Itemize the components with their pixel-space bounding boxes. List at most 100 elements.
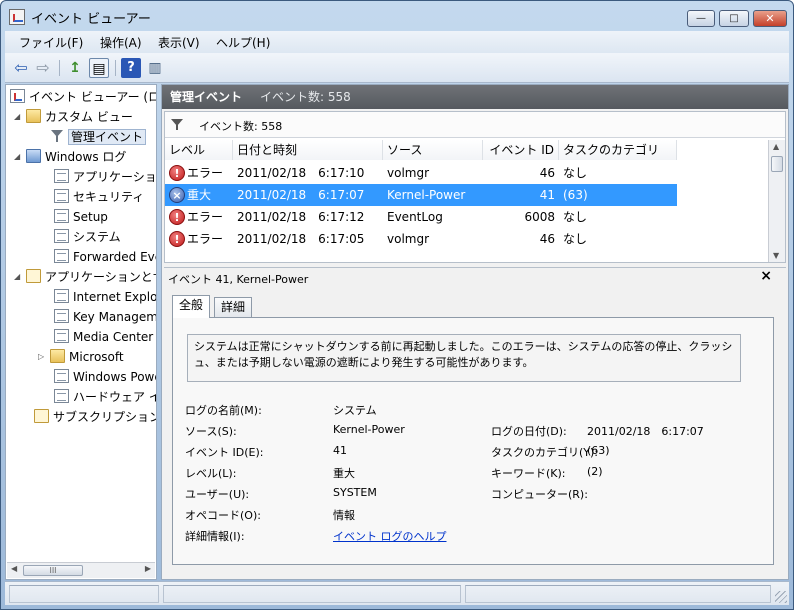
close-detail-icon[interactable]: × [760,268,772,284]
menu-action[interactable]: 操作(A) [100,34,142,51]
up-folder-icon[interactable]: ↥ [65,58,85,78]
scroll-right-icon[interactable]: ▶ [145,564,151,573]
window-title: イベント ビューアー [31,12,151,27]
minimize-button[interactable]: — [687,10,715,27]
tree-horizontal-scrollbar[interactable]: ◀ III ▶ [7,562,155,578]
table-row[interactable]: ! エラー 2011/02/18 6:17:10 volmgr 46 なし [165,162,677,184]
status-segment [163,585,461,603]
user-label: ユーザー(U): [185,488,250,501]
cell-level: エラー [187,210,224,224]
cell-source: volmgr [387,232,430,246]
tree-item-security[interactable]: セキュリティ [54,187,144,207]
table-row[interactable]: ! エラー 2011/02/18 6:17:12 EventLog 6008 な… [165,206,677,228]
scrollbar-thumb[interactable]: III [23,565,83,576]
menu-bar: ファイル(F) 操作(A) 表示(V) ヘルプ(H) [5,31,789,53]
folder-icon [50,349,65,363]
status-segment [9,585,159,603]
tree-item-internet-explorer[interactable]: Internet Explorer [54,287,156,307]
opcode-label: オペコード(O): [185,509,261,522]
table-row-selected[interactable]: × 重大 2011/02/18 6:17:07 Kernel-Power 41 … [165,184,677,206]
event-list-vertical-scrollbar[interactable]: ▲ ▼ [768,140,785,262]
event-viewer-icon [10,89,25,103]
filter-bar: イベント数: 558 [165,112,785,138]
tree-item-system[interactable]: システム [54,227,121,247]
tab-general[interactable]: 全般 [172,295,211,318]
menu-view[interactable]: 表示(V) [158,34,200,51]
opcode-value: 情報 [333,509,355,522]
column-datetime[interactable]: 日付と時刻 [233,140,383,160]
log-name-label: ログの名前(M): [185,404,262,417]
tree-item-admin-events[interactable]: 管理イベント [50,127,147,147]
tree-item-application[interactable]: アプリケーション [54,167,156,187]
column-event-id[interactable]: イベント ID [483,140,559,160]
main-header: 管理イベント イベント数: 558 [162,85,788,109]
event-list: イベント数: 558 レベル 日付と時刻 ソース イベント ID タスクのカテゴ… [164,111,786,263]
tab-details[interactable]: 詳細 [214,297,253,317]
collapse-triangle-icon[interactable]: ◢ [14,147,26,167]
column-task-category[interactable]: タスクのカテゴリ [559,140,677,160]
filter-event-count: イベント数: 558 [199,120,283,133]
cell-source: volmgr [387,166,430,180]
event-description[interactable]: システムは正常にシャットダウンする前に再起動しました。このエラーは、システムの応… [187,334,741,382]
table-row[interactable]: ! エラー 2011/02/18 6:17:05 volmgr 46 なし [165,228,677,250]
close-button[interactable]: ✕ [753,10,787,27]
windows-logs-folder-icon [26,149,41,163]
log-icon [54,209,69,223]
tree-item-root[interactable]: イベント ビューアー (ローカル) [10,87,156,107]
tree-item-apps-services[interactable]: ◢アプリケーションとサービス ログ [14,267,156,287]
menu-file[interactable]: ファイル(F) [19,34,83,51]
tree-item-media-center[interactable]: Media Center [54,327,153,347]
tree-item-microsoft[interactable]: ▷ Microsoft [38,347,124,367]
tree-item-key-management[interactable]: Key Management Service [54,307,156,327]
action-pane-icon[interactable]: ▥ [145,58,165,78]
cell-source: EventLog [387,210,443,224]
tree-item-custom-views[interactable]: ◢ カスタム ビュー [14,107,133,127]
folder-icon [26,269,41,283]
log-icon [54,369,69,383]
log-icon [54,389,69,403]
tree-item-windows-powershell[interactable]: Windows PowerShell [54,367,156,387]
cell-datetime: 2011/02/18 6:17:10 [237,166,365,180]
scroll-left-icon[interactable]: ◀ [11,564,17,573]
cell-event-id: 46 [539,232,555,246]
scrollbar-thumb[interactable] [771,156,783,172]
scroll-up-icon[interactable]: ▲ [773,142,779,151]
back-arrow-icon[interactable]: ⇦ [11,58,31,78]
column-source[interactable]: ソース [383,140,483,160]
level-label: レベル(L): [185,467,237,480]
tree-item-subscriptions[interactable]: サブスクリプション [34,407,156,427]
detail-title: イベント 41, Kernel-Power [168,273,309,286]
expand-triangle-icon[interactable]: ▷ [38,347,50,367]
error-icon: ! [169,165,185,181]
resize-grip-icon[interactable] [775,591,787,603]
cell-datetime: 2011/02/18 6:17:07 [237,188,365,202]
tree-item-forwarded-events[interactable]: Forwarded Events [54,247,156,267]
cell-level: 重大 [187,188,212,202]
maximize-button[interactable]: □ [719,10,749,27]
log-name-value: システム [333,404,377,417]
cell-datetime: 2011/02/18 6:17:12 [237,210,365,224]
log-icon [54,169,69,183]
event-viewer-window: イベント ビューアー — □ ✕ ファイル(F) 操作(A) 表示(V) ヘルプ… [0,0,794,610]
collapse-triangle-icon[interactable]: ◢ [14,267,26,287]
tree-item-windows-logs[interactable]: ◢ Windows ログ [14,147,126,167]
folder-icon [26,109,41,123]
log-icon [54,229,69,243]
event-log-help-link[interactable]: イベント ログのヘルプ [333,528,447,544]
forward-arrow-icon[interactable]: ⇨ [33,58,53,78]
menu-help[interactable]: ヘルプ(H) [216,34,270,51]
show-hide-tree-icon[interactable]: ▤ [89,58,109,78]
toolbar: ⇦ ⇨ ↥ ▤ ? ▥ [5,53,789,83]
help-icon[interactable]: ? [121,58,141,78]
collapse-triangle-icon[interactable]: ◢ [14,107,26,127]
filter-icon [171,119,183,131]
filter-icon [50,129,64,143]
tree-item-hardware-events[interactable]: ハードウェア イベント [54,387,156,407]
scroll-down-icon[interactable]: ▼ [773,251,779,260]
tree-item-setup[interactable]: Setup [54,207,108,227]
task-category-label: タスクのカテゴリ(Y): [491,446,599,459]
logged-value: 2011/02/18 6:17:07 [587,425,704,438]
toolbar-separator [59,60,60,76]
log-icon [54,249,69,263]
column-level[interactable]: レベル [165,140,233,160]
